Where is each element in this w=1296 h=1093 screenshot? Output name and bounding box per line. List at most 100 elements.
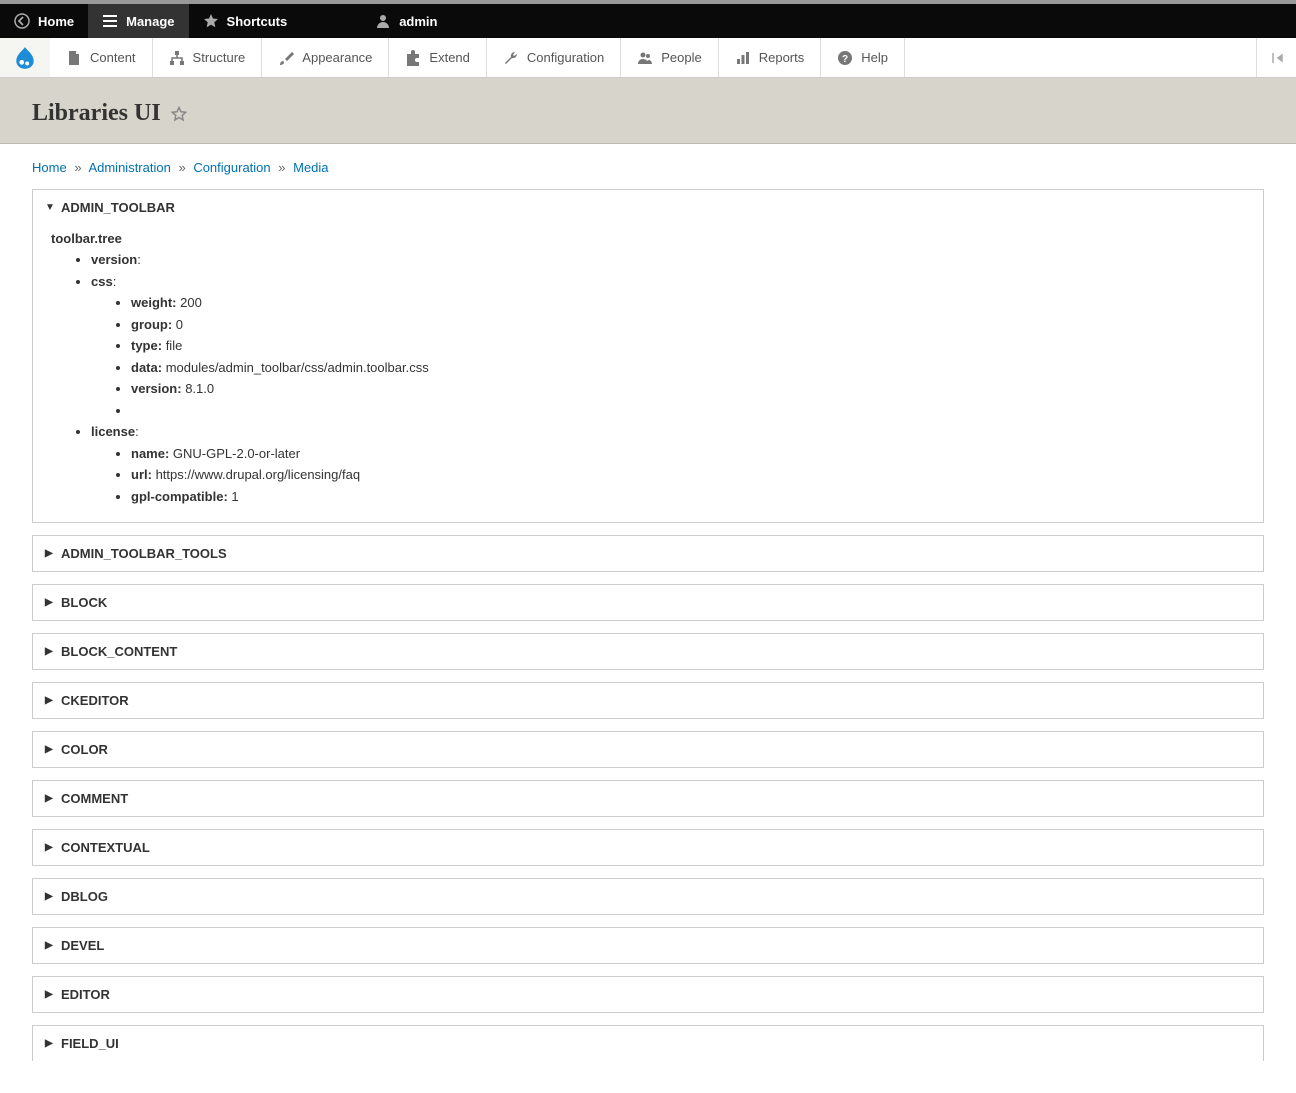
panel-dblog: ▶ DBLOG [32, 878, 1264, 915]
panel-summary[interactable]: ▶ BLOCK_CONTENT [33, 634, 1263, 669]
star-outline-icon[interactable] [171, 106, 187, 122]
breadcrumb-sep: » [178, 160, 185, 175]
list-item: version: [91, 250, 1245, 270]
reports-label: Reports [759, 50, 805, 65]
disclosure-closed-icon: ▶ [45, 695, 55, 706]
list-item: license: name: GNU-GPL-2.0-or-later url:… [91, 422, 1245, 506]
panel-title: BLOCK [61, 595, 107, 610]
back-arrow-icon [14, 13, 30, 29]
list-item: name: GNU-GPL-2.0-or-later [131, 444, 1245, 464]
list-item-empty [131, 401, 1245, 421]
library-name: toolbar.tree [51, 231, 1245, 246]
extend-link[interactable]: Extend [389, 38, 486, 77]
help-label: Help [861, 50, 888, 65]
shortcuts-button[interactable]: Shortcuts [189, 4, 302, 38]
prop-value: 200 [180, 295, 202, 310]
disclosure-closed-icon: ▶ [45, 597, 55, 608]
structure-label: Structure [193, 50, 246, 65]
prop-key: gpl-compatible: [131, 489, 228, 504]
disclosure-closed-icon: ▶ [45, 891, 55, 902]
prop-key: weight: [131, 295, 177, 310]
disclosure-closed-icon: ▶ [45, 1038, 55, 1049]
appearance-link[interactable]: Appearance [262, 38, 389, 77]
breadcrumb: Home » Administration » Configuration » … [0, 144, 1296, 189]
hamburger-icon [102, 13, 118, 29]
panel-summary[interactable]: ▶ ADMIN_TOOLBAR_TOOLS [33, 536, 1263, 571]
prop-key: license [91, 424, 135, 439]
help-link[interactable]: ? Help [821, 38, 905, 77]
prop-value: file [166, 338, 183, 353]
prop-value: modules/admin_toolbar/css/admin.toolbar.… [166, 360, 429, 375]
content-link[interactable]: Content [50, 38, 153, 77]
configuration-link[interactable]: Configuration [487, 38, 621, 77]
prop-value: 0 [176, 317, 183, 332]
disclosure-closed-icon: ▶ [45, 940, 55, 951]
panel-summary[interactable]: ▶ DBLOG [33, 879, 1263, 914]
list-item: css: weight: 200 group: 0 type: file dat… [91, 272, 1245, 421]
disclosure-open-icon: ▼ [45, 202, 55, 213]
prop-key: group: [131, 317, 172, 332]
paintbrush-icon [278, 50, 294, 66]
home-label: Home [38, 14, 74, 29]
panel-summary[interactable]: ▼ ADMIN_TOOLBAR [33, 190, 1263, 225]
panel-summary[interactable]: ▶ COMMENT [33, 781, 1263, 816]
list-item: group: 0 [131, 315, 1245, 335]
panel-title: FIELD_UI [61, 1036, 119, 1051]
panel-title: CKEDITOR [61, 693, 129, 708]
panel-editor: ▶ EDITOR [32, 976, 1264, 1013]
prop-key: version [91, 252, 137, 267]
breadcrumb-sep: » [278, 160, 285, 175]
page-title: Libraries UI [32, 100, 1264, 127]
user-button[interactable]: admin [361, 4, 451, 38]
disclosure-closed-icon: ▶ [45, 744, 55, 755]
reports-link[interactable]: Reports [719, 38, 822, 77]
panel-comment: ▶ COMMENT [32, 780, 1264, 817]
panel-summary[interactable]: ▶ CONTEXTUAL [33, 830, 1263, 865]
prop-key: css [91, 274, 113, 289]
panel-title: COLOR [61, 742, 108, 757]
list-item: url: https://www.drupal.org/licensing/fa… [131, 465, 1245, 485]
panel-field-ui: ▶ FIELD_UI [32, 1025, 1264, 1061]
toolbar: Home Manage Shortcuts admin [0, 0, 1296, 38]
breadcrumb-home[interactable]: Home [32, 160, 67, 175]
collapse-button[interactable] [1256, 38, 1296, 77]
star-icon [203, 13, 219, 29]
drupal-logo[interactable] [0, 38, 50, 77]
panel-summary[interactable]: ▶ FIELD_UI [33, 1026, 1263, 1061]
extend-label: Extend [429, 50, 469, 65]
admin-menu: Content Structure Appearance Extend Conf… [0, 38, 1296, 78]
people-link[interactable]: People [621, 38, 718, 77]
document-icon [66, 50, 82, 66]
user-label: admin [399, 14, 437, 29]
home-button[interactable]: Home [0, 4, 88, 38]
panel-summary[interactable]: ▶ BLOCK [33, 585, 1263, 620]
manage-button[interactable]: Manage [88, 4, 188, 38]
panel-block: ▶ BLOCK [32, 584, 1264, 621]
prop-value: 8.1.0 [185, 381, 214, 396]
configuration-label: Configuration [527, 50, 604, 65]
panel-summary[interactable]: ▶ EDITOR [33, 977, 1263, 1012]
svg-text:?: ? [842, 54, 848, 65]
panel-color: ▶ COLOR [32, 731, 1264, 768]
panel-summary[interactable]: ▶ CKEDITOR [33, 683, 1263, 718]
prop-value: GNU-GPL-2.0-or-later [173, 446, 300, 461]
prop-key: type: [131, 338, 162, 353]
prop-value: https://www.drupal.org/licensing/faq [156, 467, 361, 482]
panel-summary[interactable]: ▶ DEVEL [33, 928, 1263, 963]
content-label: Content [90, 50, 136, 65]
panel-title: EDITOR [61, 987, 110, 1002]
disclosure-closed-icon: ▶ [45, 842, 55, 853]
people-label: People [661, 50, 701, 65]
panel-summary[interactable]: ▶ COLOR [33, 732, 1263, 767]
prop-key: data: [131, 360, 162, 375]
breadcrumb-administration[interactable]: Administration [88, 160, 170, 175]
disclosure-closed-icon: ▶ [45, 646, 55, 657]
structure-link[interactable]: Structure [153, 38, 263, 77]
panel-block-content: ▶ BLOCK_CONTENT [32, 633, 1264, 670]
panel-ckeditor: ▶ CKEDITOR [32, 682, 1264, 719]
appearance-label: Appearance [302, 50, 372, 65]
barchart-icon [735, 50, 751, 66]
breadcrumb-configuration[interactable]: Configuration [193, 160, 270, 175]
breadcrumb-media[interactable]: Media [293, 160, 328, 175]
list-item: version: 8.1.0 [131, 379, 1245, 399]
